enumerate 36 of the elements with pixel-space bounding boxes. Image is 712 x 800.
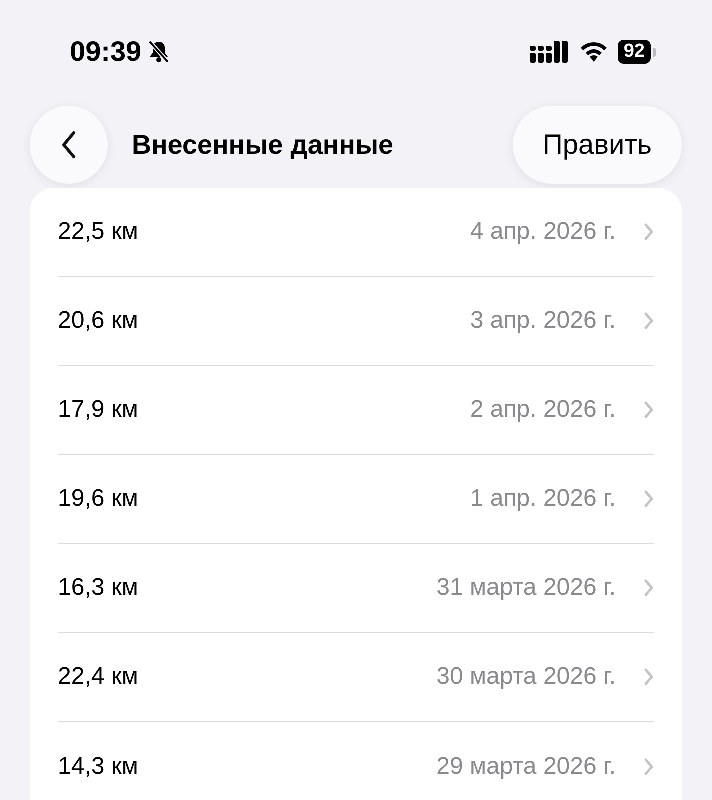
distance-value: 19,6 км <box>58 484 138 514</box>
entry-date: 31 марта 2026 г. <box>436 573 616 603</box>
distance-value: 17,9 км <box>58 395 138 425</box>
entry-date: 3 апр. 2026 г. <box>470 306 616 336</box>
entry-date: 30 марта 2026 г. <box>436 662 616 692</box>
chevron-right-icon <box>644 490 654 508</box>
distance-value: 20,6 км <box>58 306 138 336</box>
chevron-right-icon <box>644 312 654 330</box>
chevron-right-icon <box>644 401 654 419</box>
entry-row[interactable]: 14,3 км 29 марта 2026 г. <box>58 722 654 800</box>
entry-row[interactable]: 19,6 км 1 апр. 2026 г. <box>58 455 654 544</box>
distance-value: 16,3 км <box>58 573 138 603</box>
battery-level: 92 <box>618 40 651 64</box>
entry-row[interactable]: 22,4 км 30 марта 2026 г. <box>58 633 654 722</box>
status-time: 09:39 <box>70 35 142 69</box>
entry-row[interactable]: 17,9 км 2 апр. 2026 г. <box>58 366 654 455</box>
wifi-icon <box>580 41 608 63</box>
chevron-right-icon <box>644 668 654 686</box>
distance-value: 22,5 км <box>58 217 138 247</box>
chevron-right-icon <box>644 758 654 776</box>
distance-value: 14,3 км <box>58 752 138 782</box>
chevron-right-icon <box>644 579 654 597</box>
entry-date: 29 марта 2026 г. <box>436 752 616 782</box>
signal-icon <box>530 41 570 63</box>
entry-row[interactable]: 16,3 км 31 марта 2026 г. <box>58 544 654 633</box>
distance-value: 22,4 км <box>58 662 138 692</box>
chevron-right-icon <box>644 223 654 241</box>
entry-date: 2 апр. 2026 г. <box>470 395 616 425</box>
chevron-left-icon <box>61 131 77 159</box>
battery-cap-icon <box>653 48 656 56</box>
page-title: Внесенные данные <box>132 128 394 162</box>
entry-date: 4 апр. 2026 г. <box>470 217 616 247</box>
entry-row[interactable]: 22,5 км 4 апр. 2026 г. <box>58 188 654 277</box>
edit-button[interactable]: Править <box>512 106 682 184</box>
entry-date: 1 апр. 2026 г. <box>470 484 616 514</box>
entry-row[interactable]: 20,6 км 3 апр. 2026 г. <box>58 277 654 366</box>
